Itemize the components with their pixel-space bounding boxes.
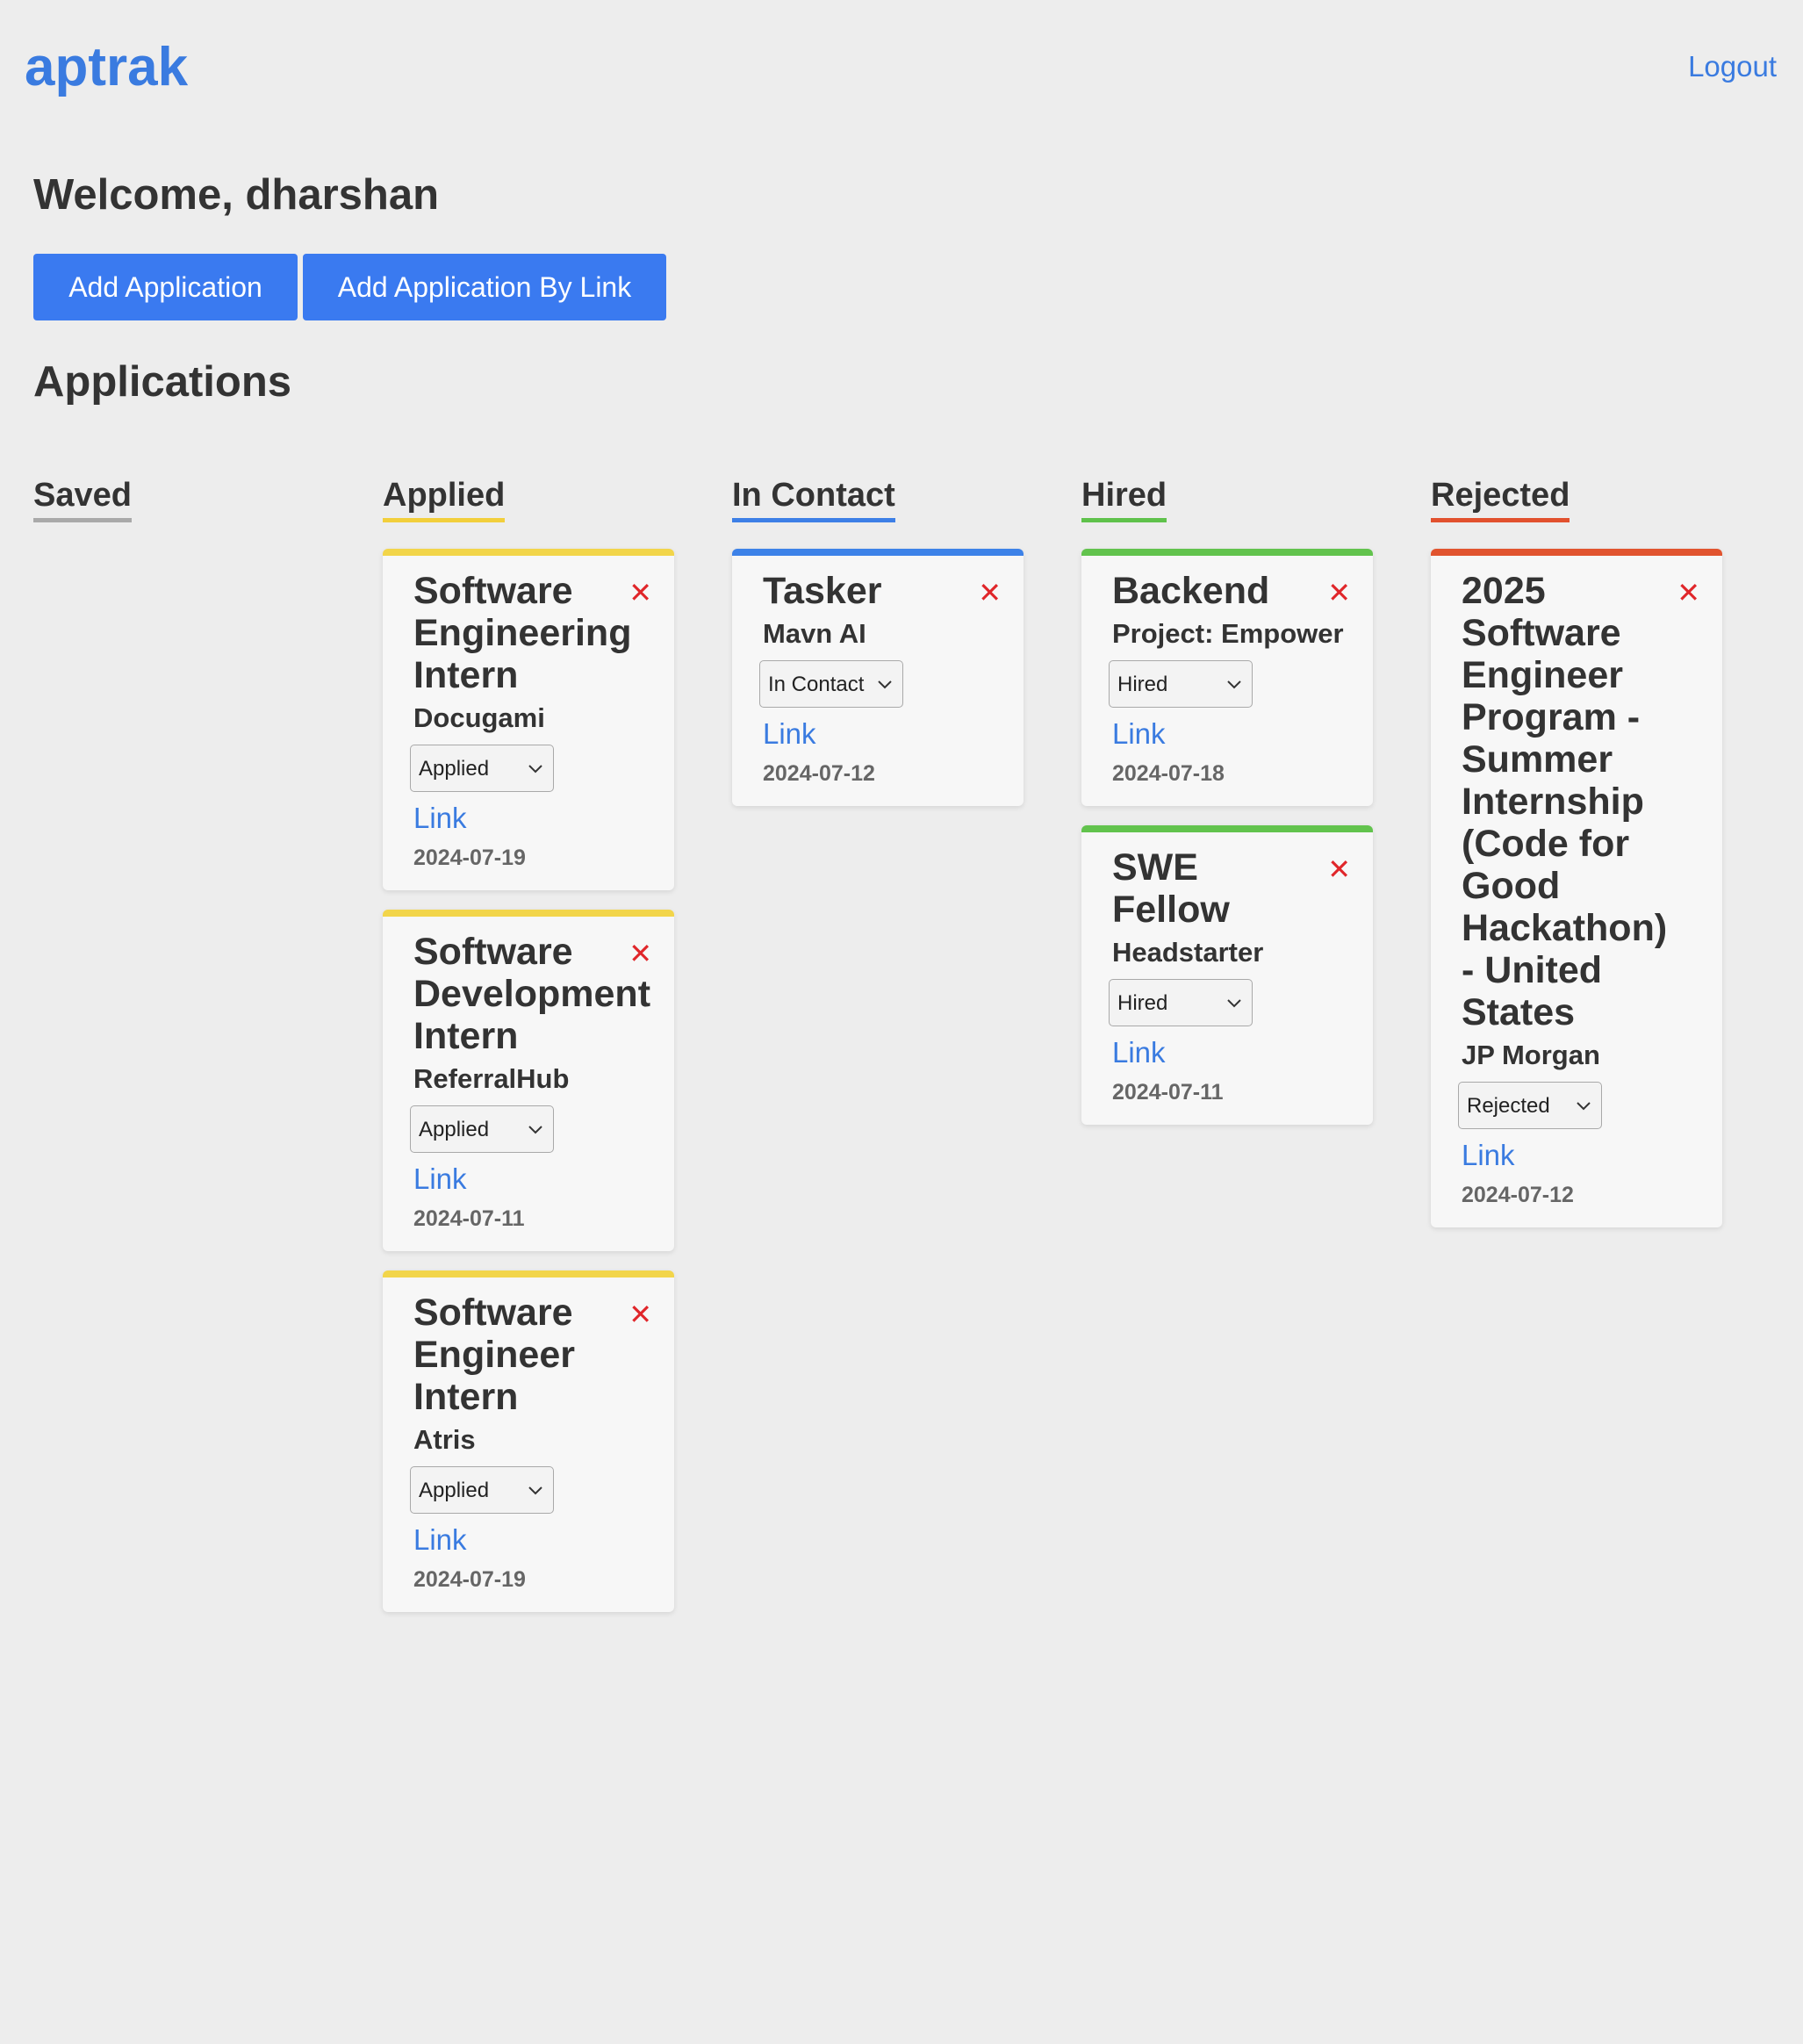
column-title-saved: Saved: [33, 474, 132, 522]
application-card[interactable]: 2025 Software Engineer Program - Summer …: [1431, 549, 1722, 1227]
applications-heading: Applications: [33, 358, 292, 406]
status-select-value: Hired: [1117, 673, 1168, 696]
card-job-title: Software Development Intern: [413, 931, 651, 1057]
card-link[interactable]: Link: [763, 716, 997, 752]
card-date: 2024-07-12: [763, 761, 875, 786]
application-card[interactable]: SWE Fellow ✕ Headstarter Hired Link 2024…: [1081, 825, 1373, 1125]
chevron-down-icon: [1227, 680, 1241, 689]
card-company: Docugami: [413, 702, 545, 733]
status-select-value: Applied: [419, 1118, 490, 1141]
column-saved: Saved: [33, 474, 328, 549]
card-company: Mavn AI: [763, 618, 866, 649]
close-icon[interactable]: ✕: [1677, 579, 1700, 607]
app-logo[interactable]: aptrak: [25, 35, 188, 100]
card-link[interactable]: Link: [1112, 716, 1347, 752]
card-link[interactable]: Link: [413, 1522, 648, 1558]
column-title-in-contact: In Contact: [732, 474, 895, 522]
card-list-in-contact: Tasker ✕ Mavn AI In Contact Link 2024-07…: [732, 549, 1027, 806]
column-rejected: Rejected 2025 Software Engineer Program …: [1431, 474, 1726, 1247]
card-job-title: Backend: [1112, 570, 1270, 612]
card-list-rejected: 2025 Software Engineer Program - Summer …: [1431, 549, 1726, 1227]
card-list-hired: Backend ✕ Project: Empower Hired Link 20…: [1081, 549, 1376, 1125]
status-select[interactable]: Hired: [1109, 660, 1253, 708]
column-title-rejected: Rejected: [1431, 474, 1570, 522]
close-icon[interactable]: ✕: [629, 939, 652, 968]
chevron-down-icon: [1227, 999, 1241, 1008]
card-link[interactable]: Link: [413, 801, 648, 836]
status-select[interactable]: Hired: [1109, 979, 1253, 1026]
column-title-hired: Hired: [1081, 474, 1167, 522]
status-select-value: Rejected: [1467, 1094, 1550, 1118]
card-company: Project: Empower: [1112, 618, 1344, 649]
card-date: 2024-07-19: [413, 1567, 526, 1592]
card-link[interactable]: Link: [1462, 1138, 1696, 1173]
card-job-title: 2025 Software Engineer Program - Summer …: [1462, 570, 1668, 1033]
column-applied: Applied Software Engineering Intern ✕ Do…: [383, 474, 678, 1631]
chevron-down-icon: [878, 680, 892, 689]
application-card[interactable]: Tasker ✕ Mavn AI In Contact Link 2024-07…: [732, 549, 1024, 806]
card-date: 2024-07-19: [413, 846, 526, 870]
chevron-down-icon: [528, 1126, 542, 1134]
status-select-value: Applied: [419, 1479, 490, 1502]
card-company: Atris: [413, 1424, 476, 1455]
card-company: Headstarter: [1112, 937, 1264, 968]
application-card[interactable]: Backend ✕ Project: Empower Hired Link 20…: [1081, 549, 1373, 806]
close-icon[interactable]: ✕: [629, 1300, 652, 1328]
add-application-button[interactable]: Add Application: [33, 254, 298, 320]
card-company: ReferralHub: [413, 1063, 570, 1094]
column-in-contact: In Contact Tasker ✕ Mavn AI In Contact L…: [732, 474, 1027, 825]
close-icon[interactable]: ✕: [978, 579, 1002, 607]
close-icon[interactable]: ✕: [629, 579, 652, 607]
card-date: 2024-07-11: [1112, 1080, 1224, 1105]
card-list-applied: Software Engineering Intern ✕ Docugami A…: [383, 549, 678, 1612]
welcome-heading: Welcome, dharshan: [33, 171, 440, 219]
chevron-down-icon: [528, 765, 542, 774]
card-company: JP Morgan: [1462, 1040, 1600, 1070]
chevron-down-icon: [1577, 1102, 1591, 1111]
application-card[interactable]: Software Engineer Intern ✕ Atris Applied…: [383, 1270, 674, 1612]
status-select[interactable]: Applied: [410, 745, 554, 792]
status-select-value: Hired: [1117, 991, 1168, 1015]
status-select[interactable]: In Contact: [759, 660, 903, 708]
card-job-title: Software Engineer Intern: [413, 1292, 575, 1418]
status-select[interactable]: Rejected: [1458, 1082, 1602, 1129]
close-icon[interactable]: ✕: [1327, 579, 1351, 607]
status-select-value: In Contact: [768, 673, 865, 696]
card-date: 2024-07-11: [413, 1206, 525, 1231]
status-select[interactable]: Applied: [410, 1105, 554, 1153]
logout-link[interactable]: Logout: [1688, 47, 1777, 86]
card-job-title: SWE Fellow: [1112, 846, 1230, 931]
column-title-applied: Applied: [383, 474, 506, 522]
card-link[interactable]: Link: [1112, 1035, 1347, 1070]
status-select[interactable]: Applied: [410, 1466, 554, 1514]
column-hired: Hired Backend ✕ Project: Empower Hired L…: [1081, 474, 1376, 1144]
chevron-down-icon: [528, 1486, 542, 1495]
add-application-by-link-button[interactable]: Add Application By Link: [303, 254, 666, 320]
card-job-title: Software Engineering Intern: [413, 570, 632, 696]
status-select-value: Applied: [419, 757, 490, 781]
header: aptrak Logout: [0, 0, 1803, 132]
card-job-title: Tasker: [763, 570, 882, 612]
card-date: 2024-07-18: [1112, 761, 1225, 786]
application-card[interactable]: Software Engineering Intern ✕ Docugami A…: [383, 549, 674, 890]
card-date: 2024-07-12: [1462, 1183, 1574, 1207]
card-link[interactable]: Link: [413, 1162, 648, 1197]
application-card[interactable]: Software Development Intern ✕ ReferralHu…: [383, 910, 674, 1251]
close-icon[interactable]: ✕: [1327, 855, 1351, 883]
